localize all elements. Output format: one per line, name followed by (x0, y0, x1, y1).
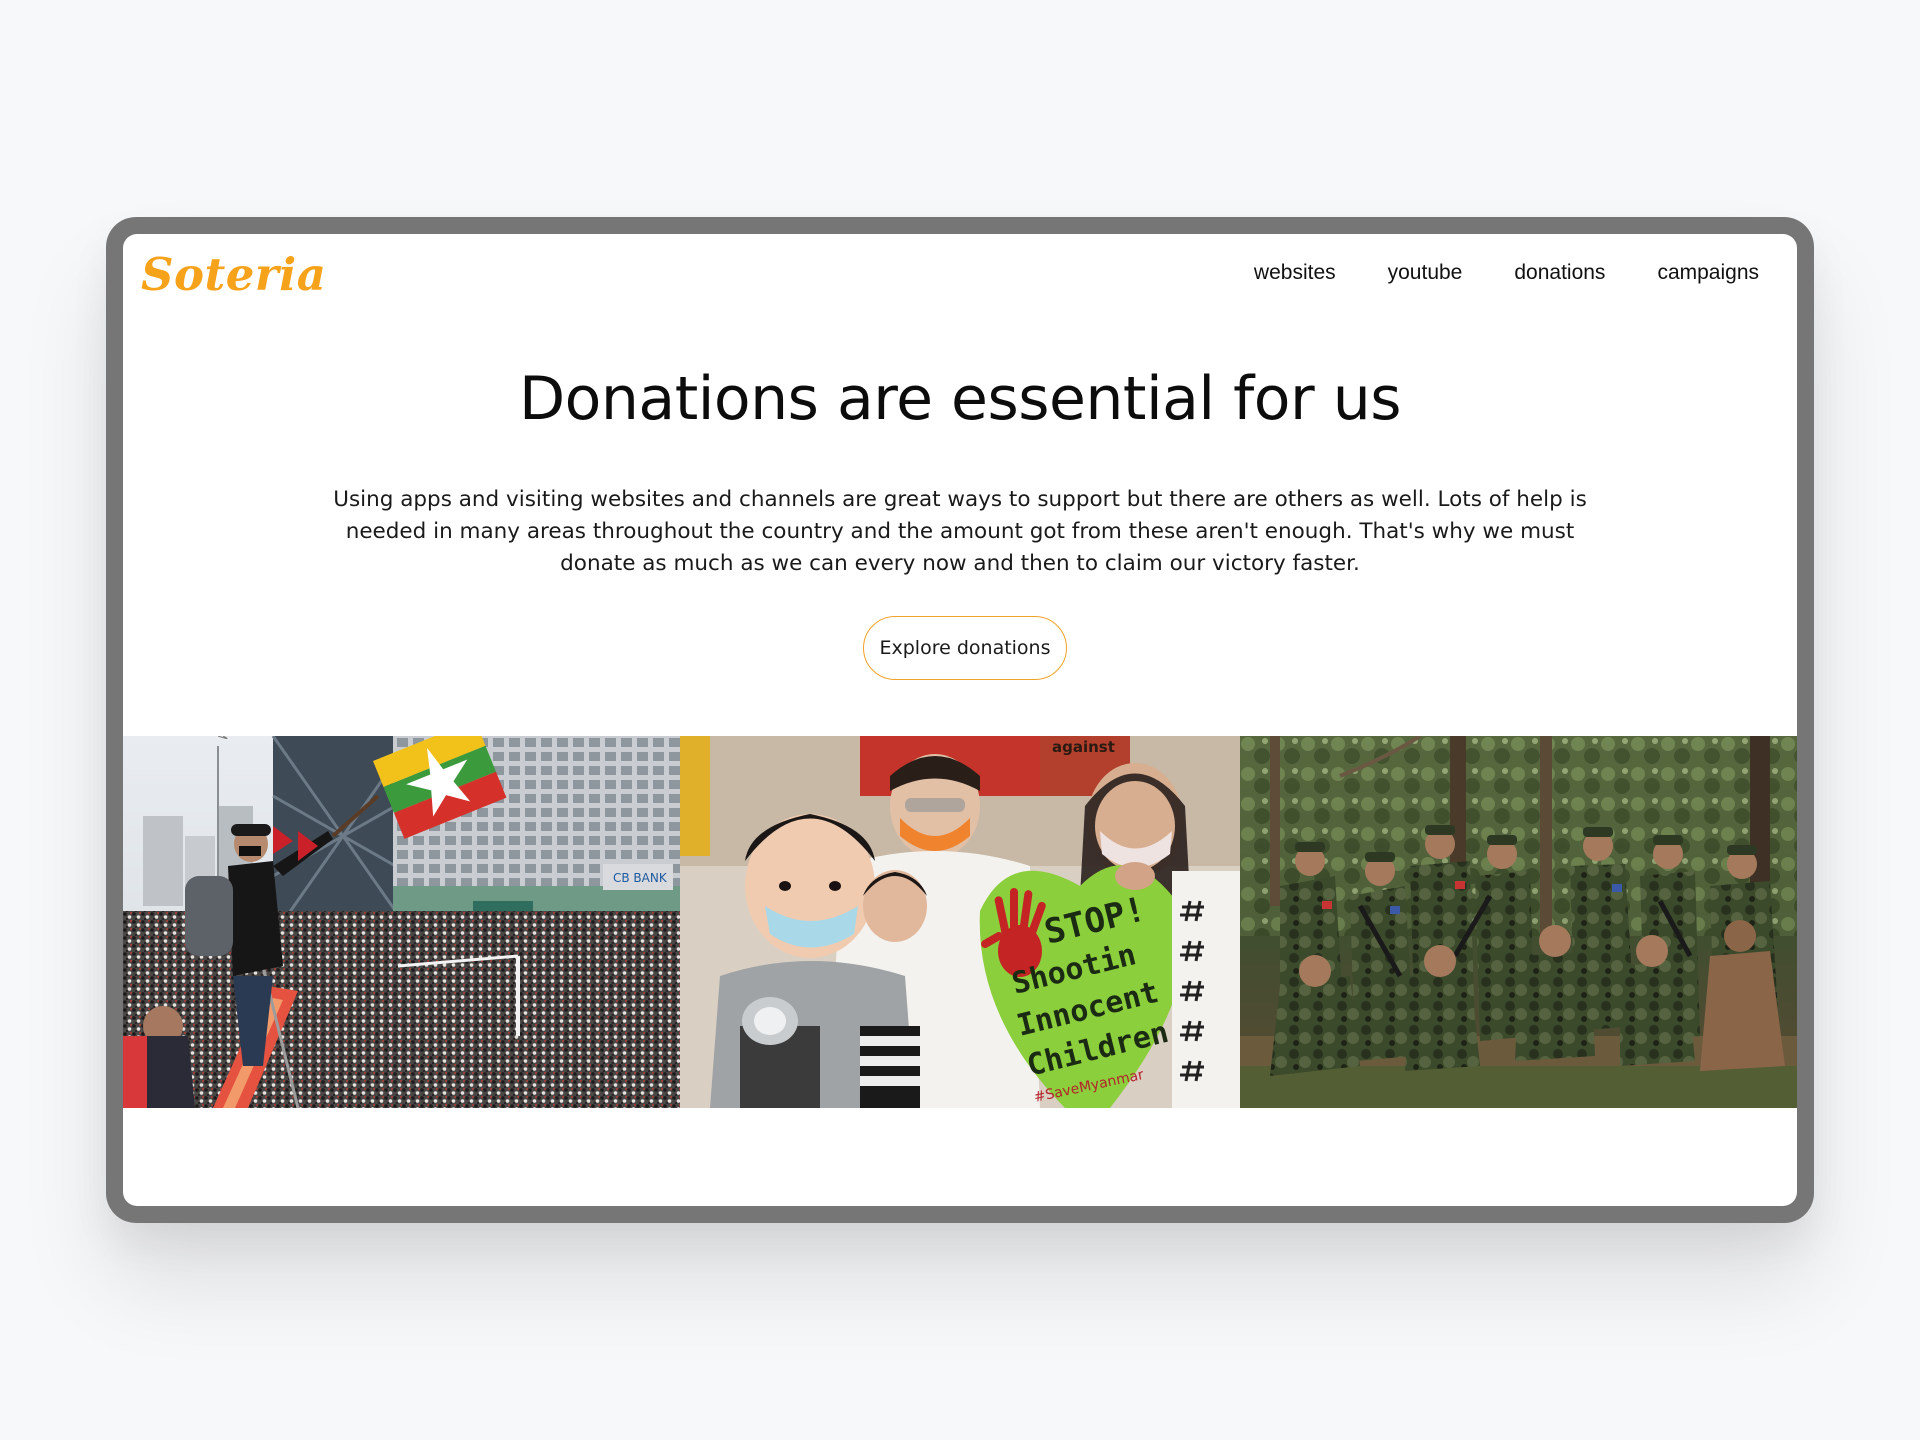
protest-crowd-image: CB BANK (123, 736, 680, 1108)
nav-link-websites[interactable]: websites (1254, 261, 1336, 285)
nav-link-youtube[interactable]: youtube (1388, 261, 1463, 285)
hero-title: Donations are essential for us (518, 364, 1402, 434)
soldiers-forest-image (1240, 736, 1797, 1108)
photo-gallery: CB BANK against STOP! Shootin Innocent C… (123, 736, 1797, 1108)
nav-link-campaigns[interactable]: campaigns (1657, 261, 1759, 285)
photo-protest-crowd: CB BANK (123, 736, 680, 1108)
photo-soldiers-forest (1240, 736, 1797, 1108)
brand-logo[interactable]: Soteria (141, 248, 326, 301)
nav-link-donations[interactable]: donations (1514, 261, 1605, 285)
main-nav: websites youtube donations campaigns (1254, 261, 1759, 285)
explore-donations-button[interactable]: Explore donations (863, 616, 1067, 680)
browser-viewport: Soteria websites youtube donations campa… (123, 234, 1797, 1206)
children-protest-image: against STOP! Shootin Innocent Children … (680, 736, 1240, 1108)
banner-text: against (1052, 738, 1115, 756)
hero-description: Using apps and visiting websites and cha… (333, 487, 1587, 576)
cb-bank-sign: CB BANK (613, 871, 668, 885)
photo-children-protest: against STOP! Shootin Innocent Children … (680, 736, 1240, 1108)
device-frame: Soteria websites youtube donations campa… (106, 217, 1814, 1223)
